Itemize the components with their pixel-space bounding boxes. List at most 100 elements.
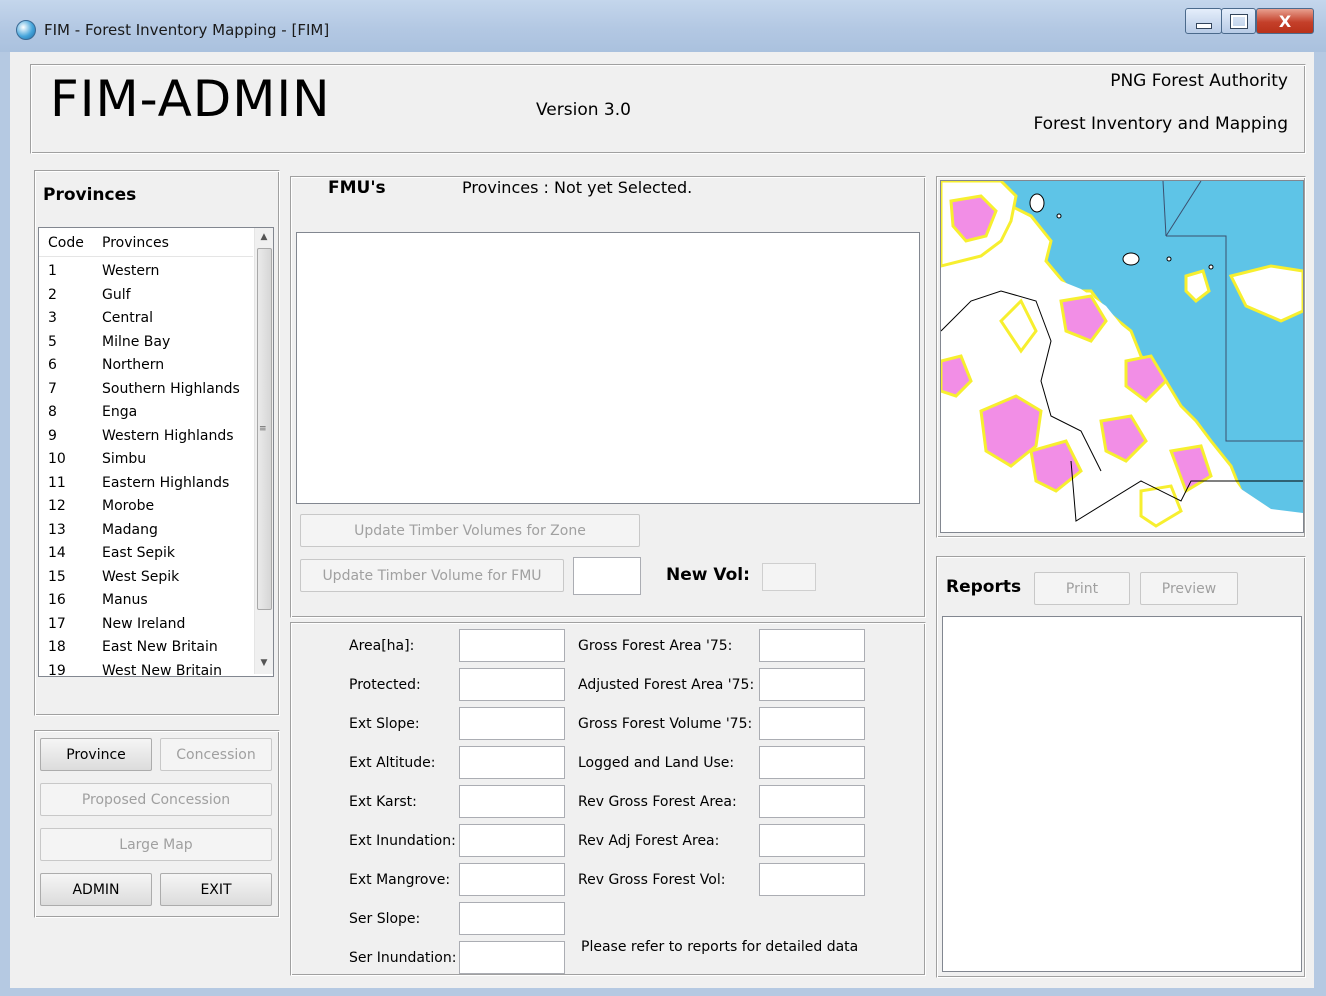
province-code: 13 — [48, 521, 66, 538]
province-map[interactable] — [940, 180, 1304, 533]
province-name: East Sepik — [102, 545, 176, 561]
column-header-code[interactable]: Code — [48, 235, 84, 251]
proposed-concession-button[interactable]: Proposed Concession — [40, 783, 272, 816]
list-item[interactable]: 2 Gulf — [39, 283, 253, 307]
province-name: Western — [102, 263, 160, 279]
stat-field[interactable] — [459, 785, 565, 818]
concession-button[interactable]: Concession — [160, 738, 272, 771]
fmu-list[interactable] — [296, 232, 920, 504]
list-item[interactable]: 9 Western Highlands — [39, 424, 253, 448]
new-vol-label: New Vol: — [666, 565, 750, 585]
stat-label: Ext Mangrove: — [349, 872, 451, 888]
stat-field[interactable] — [459, 902, 565, 935]
scroll-down-icon[interactable]: ▼ — [255, 654, 273, 672]
province-name: West New Britain — [102, 662, 222, 677]
new-vol-field[interactable] — [762, 563, 816, 591]
province-name: Milne Bay — [102, 333, 171, 350]
app-globe-icon[interactable] — [16, 20, 36, 40]
province-code: 15 — [48, 568, 66, 585]
province-name: Manus — [102, 592, 148, 608]
list-item[interactable]: 7 Southern Highlands — [39, 377, 253, 401]
maximize-button[interactable] — [1221, 8, 1256, 34]
province-code: 12 — [48, 498, 66, 514]
fmu-volume-field[interactable] — [573, 557, 641, 595]
list-item[interactable]: 11 Eastern Highlands — [39, 471, 253, 495]
list-item[interactable]: 14 East Sepik — [39, 541, 253, 565]
admin-button[interactable]: ADMIN — [40, 873, 152, 906]
stat-label: Logged and Land Use: — [578, 755, 735, 771]
column-header-provinces[interactable]: Provinces — [102, 235, 169, 251]
update-fmu-button[interactable]: Update Timber Volume for FMU — [300, 559, 564, 592]
stat-field[interactable] — [759, 707, 865, 740]
list-scrollbar[interactable]: ▲ ≡ ▼ — [254, 228, 273, 674]
org-division: Forest Inventory and Mapping — [1033, 114, 1288, 134]
update-zone-button[interactable]: Update Timber Volumes for Zone — [300, 514, 640, 547]
list-item[interactable]: 18 East New Britain — [39, 635, 253, 659]
stat-label: Protected: — [349, 677, 421, 693]
stat-field[interactable] — [759, 785, 865, 818]
list-item[interactable]: 12 Morobe — [39, 494, 253, 518]
list-item[interactable]: 5 Milne Bay — [39, 330, 253, 354]
list-item[interactable]: 3 Central — [39, 306, 253, 330]
list-item[interactable]: 1 Western — [39, 259, 253, 283]
stat-field[interactable] — [759, 746, 865, 779]
list-item[interactable]: 19 West New Britain — [39, 659, 253, 677]
stat-field[interactable] — [459, 629, 565, 662]
provinces-title: Provinces — [43, 185, 137, 205]
list-item[interactable]: 15 West Sepik — [39, 565, 253, 589]
province-code: 11 — [48, 474, 66, 491]
stat-field[interactable] — [459, 863, 565, 896]
close-icon: X — [1278, 11, 1292, 31]
province-name: Central — [102, 310, 153, 326]
print-button[interactable]: Print — [1034, 572, 1130, 605]
stat-label: Gross Forest Area '75: — [578, 638, 733, 654]
scroll-up-icon[interactable]: ▲ — [255, 228, 273, 246]
stat-field[interactable] — [459, 746, 565, 779]
province-code: 19 — [48, 662, 66, 677]
province-button[interactable]: Province — [40, 738, 152, 771]
province-code: 1 — [48, 263, 57, 279]
province-name: Enga — [102, 404, 138, 420]
org-name: PNG Forest Authority — [1110, 71, 1288, 91]
list-item[interactable]: 6 Northern — [39, 353, 253, 377]
stat-label: Adjusted Forest Area '75: — [578, 677, 755, 693]
stat-label: Ser Inundation: — [349, 950, 457, 966]
list-item[interactable]: 8 Enga — [39, 400, 253, 424]
province-name: Southern Highlands — [102, 380, 240, 397]
list-item[interactable]: 10 Simbu — [39, 447, 253, 471]
report-viewer[interactable] — [942, 616, 1302, 972]
stat-label: Rev Gross Forest Area: — [578, 794, 737, 810]
province-code: 5 — [48, 333, 57, 350]
stat-label: Gross Forest Volume '75: — [578, 716, 753, 732]
close-button[interactable]: X — [1256, 8, 1314, 34]
provinces-list[interactable]: Code Provinces 1 Western 2 Gulf 3 Central 5 Mil… — [38, 227, 274, 677]
stat-field[interactable] — [759, 668, 865, 701]
list-item[interactable]: 13 Madang — [39, 518, 253, 542]
stat-label: Ext Inundation: — [349, 833, 456, 849]
minimize-button[interactable] — [1185, 8, 1222, 34]
province-code: 16 — [48, 592, 66, 608]
stat-field[interactable] — [759, 629, 865, 662]
stat-label: Area[ha]: — [349, 638, 415, 654]
province-code: 18 — [48, 639, 66, 655]
stat-label: Rev Gross Forest Vol: — [578, 872, 726, 888]
stat-field[interactable] — [459, 941, 565, 974]
stat-field[interactable] — [459, 668, 565, 701]
stat-field[interactable] — [459, 824, 565, 857]
list-item[interactable]: 17 New Ireland — [39, 612, 253, 636]
province-name: Simbu — [102, 451, 147, 467]
province-code: 6 — [48, 357, 57, 373]
province-code: 9 — [48, 427, 57, 444]
stat-field[interactable] — [759, 863, 865, 896]
preview-button[interactable]: Preview — [1140, 572, 1238, 605]
large-map-button[interactable]: Large Map — [40, 828, 272, 861]
list-item[interactable]: 16 Manus — [39, 588, 253, 612]
province-code: 2 — [48, 286, 57, 303]
province-name: Madang — [102, 521, 158, 538]
stat-label: Rev Adj Forest Area: — [578, 833, 720, 849]
stat-field[interactable] — [459, 707, 565, 740]
scroll-grip-icon: ≡ — [259, 424, 267, 434]
stat-field[interactable] — [759, 824, 865, 857]
province-name: Morobe — [102, 498, 155, 514]
exit-button[interactable]: EXIT — [160, 873, 272, 906]
